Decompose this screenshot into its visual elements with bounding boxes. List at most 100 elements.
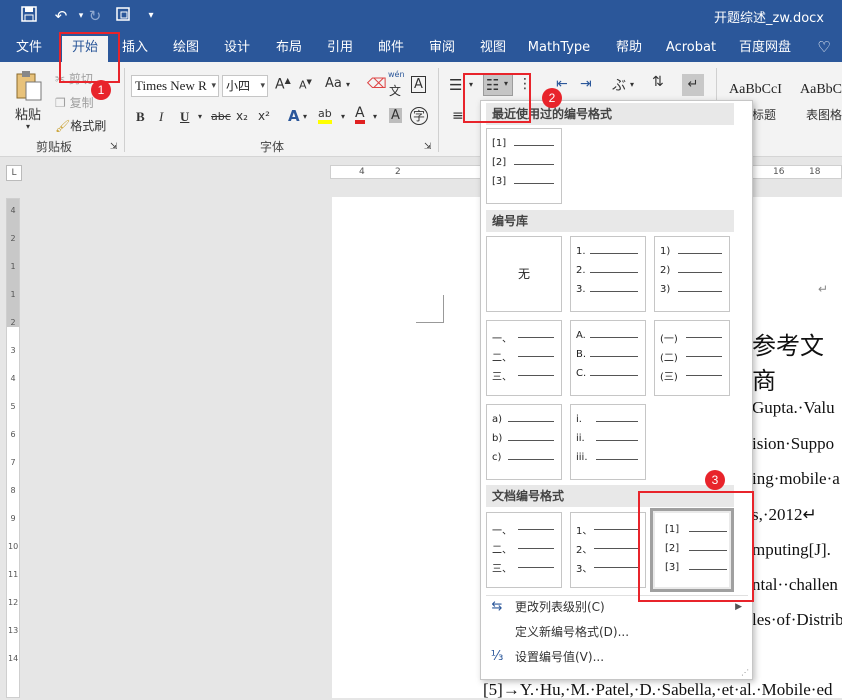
group-separator bbox=[438, 68, 439, 152]
annotation-box-bracket-format bbox=[638, 491, 754, 602]
set-numbering-value-item[interactable]: ⅓ 设置编号值(V)... bbox=[486, 645, 748, 669]
set-numbering-value-icon: ⅓ bbox=[490, 649, 504, 664]
show-marks-icon[interactable]: ↵ bbox=[682, 74, 704, 96]
font-launcher-icon[interactable]: ⇲ bbox=[424, 142, 432, 152]
font-size-dropdown-icon[interactable]: ▾ bbox=[260, 76, 265, 96]
paste-button[interactable]: 粘贴 bbox=[15, 104, 41, 123]
define-new-format-item[interactable]: 定义新编号格式(D)... bbox=[486, 620, 748, 644]
tab-mailings[interactable]: 邮件 bbox=[370, 33, 412, 62]
ruler-mark: 2 bbox=[395, 167, 401, 177]
document-line: s,·2012↵ bbox=[752, 505, 817, 524]
font-name-box[interactable]: Times New R ▾ bbox=[131, 75, 219, 97]
character-border-button[interactable]: A bbox=[411, 76, 426, 93]
bullets-icon[interactable]: ☰ bbox=[449, 76, 462, 94]
lightbulb-icon[interactable]: ♡ bbox=[812, 33, 836, 62]
brush-icon: 🖌 bbox=[55, 119, 71, 133]
strikethrough-button[interactable]: abc bbox=[211, 110, 231, 123]
font-color-button[interactable]: A bbox=[355, 106, 365, 124]
undo-icon[interactable]: ↶ bbox=[50, 6, 72, 26]
numbering-tile-recent[interactable]: [1] [2] [3] bbox=[486, 128, 562, 204]
paragraph-mark: ↵ bbox=[818, 282, 829, 296]
font-color-dropdown-icon[interactable]: ▾ bbox=[373, 112, 377, 121]
font-size-box[interactable]: 小四 ▾ bbox=[222, 75, 268, 97]
subscript-button[interactable]: x₂ bbox=[236, 109, 248, 123]
numbering-tile-upper-alpha[interactable]: A. B. C. bbox=[570, 320, 646, 396]
character-shading-button[interactable]: A bbox=[389, 108, 402, 123]
ruler-mark: 16 bbox=[773, 167, 785, 177]
highlight-button[interactable]: ab bbox=[318, 108, 332, 124]
chinese-layout-icon[interactable]: ぶ bbox=[612, 75, 626, 95]
italic-button[interactable]: I bbox=[159, 109, 163, 125]
tab-design[interactable]: 设计 bbox=[216, 33, 258, 62]
annotation-box-numbering bbox=[463, 73, 531, 123]
copy-button[interactable]: ❐ 复制 bbox=[55, 94, 94, 111]
document-title: 开题综述_zw.docx bbox=[714, 11, 824, 26]
underline-dropdown-icon[interactable]: ▾ bbox=[198, 112, 202, 121]
change-case-button[interactable]: Aa ▾ bbox=[325, 76, 350, 91]
style-sample[interactable]: AaBbCcI bbox=[729, 82, 782, 98]
numbering-tile-none[interactable]: 无 bbox=[486, 236, 562, 312]
ruler-mark: 18 bbox=[809, 167, 821, 177]
save-icon[interactable] bbox=[18, 6, 40, 26]
ruler-mark: 4 bbox=[359, 167, 365, 177]
align-left-icon[interactable]: ≡ bbox=[452, 108, 464, 124]
underline-button[interactable]: U bbox=[180, 109, 189, 125]
title-bar: ↶ ▾ ↻ ▾ 开题综述_zw.docx bbox=[0, 0, 842, 33]
tab-references[interactable]: 引用 bbox=[319, 33, 361, 62]
clipboard-launcher-icon[interactable]: ⇲ bbox=[110, 142, 118, 152]
numbering-tile-chinese[interactable]: 一、 二、 三、 bbox=[486, 320, 562, 396]
numbering-tile-doc-arabic[interactable]: 1、 2、 3、 bbox=[570, 512, 646, 588]
numbering-tile-lower-roman[interactable]: i. ii. iii. bbox=[570, 404, 646, 480]
numbering-tile-lower-alpha[interactable]: a) b) c) bbox=[486, 404, 562, 480]
highlight-dropdown-icon[interactable]: ▾ bbox=[341, 112, 345, 121]
tab-file[interactable]: 文件 bbox=[8, 33, 50, 62]
tab-draw[interactable]: 绘图 bbox=[165, 33, 207, 62]
text-effects-dropdown-icon[interactable]: ▾ bbox=[303, 112, 307, 121]
format-painter-button[interactable]: 🖌格式刷 bbox=[55, 117, 106, 134]
tab-view[interactable]: 视图 bbox=[472, 33, 514, 62]
document-line: Gupta.·Valu bbox=[752, 398, 835, 417]
tab-insert[interactable]: 插入 bbox=[114, 33, 156, 62]
group-separator bbox=[124, 68, 125, 152]
tab-acrobat[interactable]: Acrobat bbox=[662, 33, 720, 62]
paste-dropdown-icon[interactable]: ▾ bbox=[26, 122, 30, 131]
numbering-tile-doc-chinese[interactable]: 一、 二、 三、 bbox=[486, 512, 562, 588]
redo-icon[interactable]: ↻ bbox=[84, 6, 106, 26]
phonetic-guide-char: 文 bbox=[389, 84, 402, 98]
resize-grip-icon[interactable]: ⋰ bbox=[741, 668, 749, 677]
touch-mode-icon[interactable] bbox=[112, 6, 134, 26]
clear-formatting-icon[interactable]: ⌫ bbox=[367, 76, 387, 92]
style-sample[interactable]: AaBbC bbox=[800, 82, 842, 98]
numbering-tile-arabic-paren[interactable]: 1) 2) 3) bbox=[654, 236, 730, 312]
change-list-level-icon: ⇆ bbox=[491, 599, 503, 614]
paste-icon[interactable] bbox=[14, 70, 46, 104]
annotation-badge: 2 bbox=[542, 88, 562, 108]
document-line: les·of·Distrib bbox=[752, 610, 842, 629]
numbering-tile-chinese-paren[interactable]: (一) (二) (三) bbox=[654, 320, 730, 396]
grow-font-button[interactable]: A▲ bbox=[275, 76, 291, 93]
numbering-tile-arabic-period[interactable]: 1. 2. 3. bbox=[570, 236, 646, 312]
font-name-dropdown-icon[interactable]: ▾ bbox=[211, 76, 216, 96]
tab-help[interactable]: 帮助 bbox=[608, 33, 650, 62]
shrink-font-button[interactable]: A▼ bbox=[299, 78, 312, 92]
tab-layout[interactable]: 布局 bbox=[268, 33, 310, 62]
tab-baidu-netdisk[interactable]: 百度网盘 bbox=[734, 33, 796, 62]
annotation-box-home-tab bbox=[59, 32, 120, 83]
chinese-layout-dropdown-icon[interactable]: ▾ bbox=[630, 80, 634, 89]
tab-selector[interactable]: L bbox=[6, 165, 22, 181]
numbering-library-header: 编号库 bbox=[486, 210, 734, 232]
tab-mathtype[interactable]: MathType bbox=[526, 33, 592, 62]
enclose-characters-button[interactable]: 字 bbox=[410, 107, 428, 125]
phonetic-guide-button[interactable]: wén bbox=[388, 70, 405, 79]
superscript-button[interactable]: x² bbox=[258, 109, 270, 123]
bold-button[interactable]: B bbox=[136, 109, 145, 125]
customize-qat-icon[interactable]: ▾ bbox=[140, 6, 162, 26]
copy-icon: ❐ bbox=[55, 96, 70, 110]
increase-indent-icon[interactable]: ⇥ bbox=[580, 76, 592, 92]
vertical-ruler[interactable]: 4 2 1 1 2 3 4 5 6 7 8 9 10 11 12 13 14 bbox=[6, 198, 20, 698]
vertical-ruler-labels: 4 2 1 1 2 3 4 5 6 7 8 9 10 11 12 13 14 bbox=[8, 206, 19, 663]
document-line: ntal··challen bbox=[752, 575, 838, 594]
tab-review[interactable]: 审阅 bbox=[421, 33, 463, 62]
sort-icon[interactable]: ⇅ bbox=[652, 74, 664, 90]
text-effects-button[interactable]: A bbox=[288, 107, 300, 125]
